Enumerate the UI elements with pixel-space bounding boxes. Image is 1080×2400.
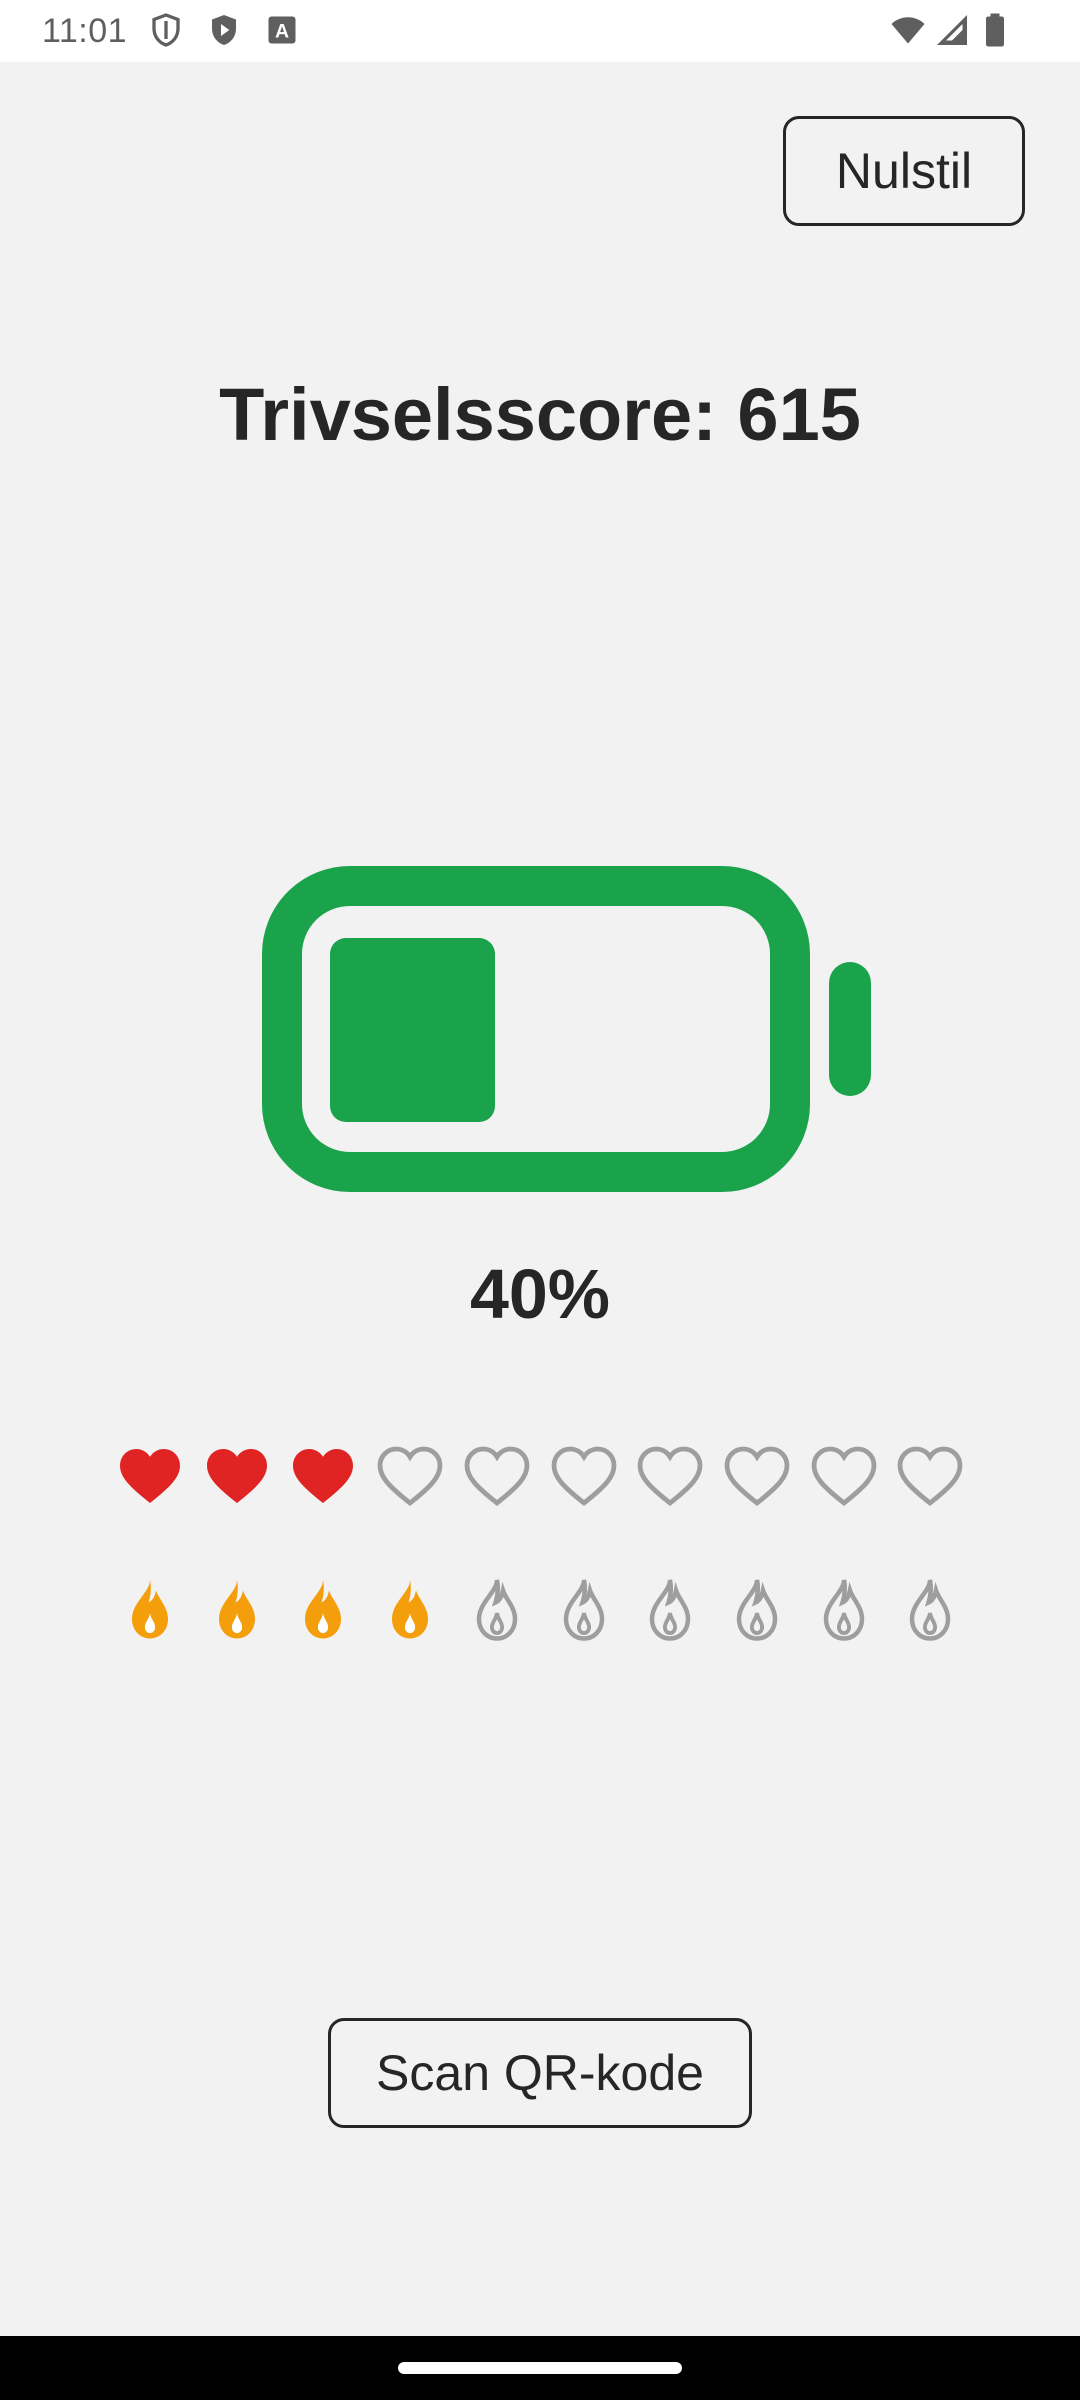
battery-icon [262,866,874,1192]
flames-rating [0,1574,1080,1654]
filled-heart-icon [207,1449,267,1503]
empty-heart-icon [637,1446,703,1507]
wifi-icon [888,12,928,48]
battery-percent: 40% [469,1255,611,1333]
home-indicator[interactable] [398,2362,682,2374]
navigation-bar [0,2336,1080,2400]
empty-flame-icon [909,1579,951,1641]
empty-flame-icon [736,1579,778,1641]
empty-heart-icon [464,1446,530,1507]
svg-text:A: A [275,21,289,43]
empty-heart-icon [724,1446,790,1507]
filled-flame-icon [305,1580,341,1639]
reset-button[interactable]: Nulstil [783,116,1025,226]
filled-flame-icon [392,1580,428,1639]
empty-heart-icon [897,1446,963,1507]
battery-level-fill [330,938,495,1122]
status-bar: 11:01 A [0,0,1080,62]
battery-full-icon [980,12,1010,48]
empty-heart-icon [551,1446,617,1507]
empty-heart-icon [811,1446,877,1507]
shield-outline-icon [148,12,184,48]
empty-heart-icon [377,1446,443,1507]
battery-terminal [829,962,871,1096]
scan-qr-button[interactable]: Scan QR-kode [328,2018,752,2128]
play-shield-icon [206,12,242,48]
status-time: 11:01 [42,12,128,50]
empty-flame-icon [476,1579,518,1641]
filled-heart-icon [120,1449,180,1503]
empty-flame-icon [649,1579,691,1641]
filled-flame-icon [132,1580,168,1639]
hearts-rating [0,1440,1080,1520]
filled-flame-icon [219,1580,255,1639]
font-a-icon: A [264,12,300,48]
score-title: Trivselsscore: 615 [219,373,861,456]
cellular-signal-icon [934,12,970,48]
filled-heart-icon [293,1449,353,1503]
empty-flame-icon [823,1579,865,1641]
empty-flame-icon [563,1579,605,1641]
